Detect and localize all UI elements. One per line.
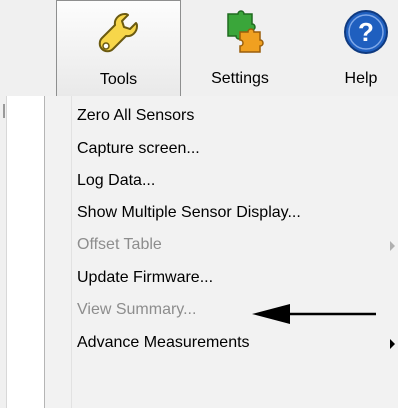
left-edge-tick bbox=[3, 104, 5, 118]
tab-help-label: Help bbox=[344, 70, 378, 87]
menu-icon-gutter bbox=[45, 96, 72, 408]
tab-settings-label: Settings bbox=[211, 70, 269, 87]
window-left-edge bbox=[0, 96, 7, 408]
menu-item-log-data[interactable]: Log Data... bbox=[77, 165, 387, 197]
menu-item-offset-table[interactable]: Offset Table bbox=[77, 229, 387, 261]
menu-item-zero-all-sensors[interactable]: Zero All Sensors bbox=[77, 100, 387, 132]
tools-dropdown-menu: Zero All Sensors Capture screen... Log D… bbox=[44, 96, 398, 408]
tab-tools[interactable]: Tools bbox=[56, 0, 181, 96]
menu-item-update-firmware[interactable]: Update Firmware... bbox=[77, 262, 387, 294]
wrench-icon bbox=[98, 13, 138, 53]
advance-measurements-submenu-arrow-icon bbox=[390, 339, 395, 349]
annotation-arrow-icon bbox=[252, 304, 376, 324]
tab-tools-label: Tools bbox=[99, 71, 138, 88]
tab-help[interactable]: ? Help bbox=[332, 0, 398, 96]
puzzle-pieces-icon bbox=[227, 10, 264, 53]
menu-item-show-multiple-sensor-display[interactable]: Show Multiple Sensor Display... bbox=[77, 197, 387, 229]
offset-table-submenu-arrow-icon bbox=[390, 241, 395, 251]
question-mark-icon: ? bbox=[344, 10, 388, 54]
tab-settings[interactable]: Settings bbox=[180, 0, 300, 96]
menu-item-capture-screen[interactable]: Capture screen... bbox=[77, 133, 387, 165]
menu-item-advance-measurements[interactable]: Advance Measurements bbox=[77, 327, 387, 359]
svg-text:?: ? bbox=[358, 17, 374, 47]
